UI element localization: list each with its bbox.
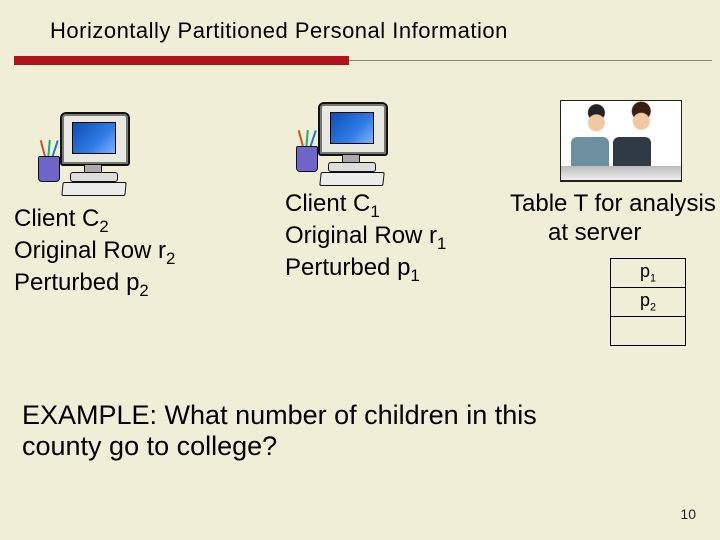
text: EXAMPLE: What number of children in this <box>22 400 692 431</box>
text: Client C <box>14 205 99 232</box>
perturbed-table: p1 p2 <box>610 258 686 346</box>
table-row: p1 <box>611 259 686 288</box>
slide: Horizontally Partitioned Personal Inform… <box>0 0 720 540</box>
subscript: 2 <box>139 281 148 300</box>
text: p <box>640 261 650 281</box>
table-caption: Table T for analysis at server <box>510 190 716 248</box>
subscript: 1 <box>650 273 656 285</box>
example-text: EXAMPLE: What number of children in this… <box>22 400 692 462</box>
text: p <box>640 290 650 310</box>
text: at server <box>510 219 716 248</box>
client-c1-caption: Client C1 Original Row r1 Perturbed p1 <box>285 190 446 286</box>
text: Table T for analysis <box>510 190 716 219</box>
subscript: 2 <box>99 217 108 236</box>
subscript: 1 <box>410 266 419 285</box>
title-underline-bar <box>14 56 349 65</box>
subscript: 1 <box>370 202 379 221</box>
text: Perturbed p <box>285 254 410 281</box>
text: Original Row r <box>285 222 437 249</box>
slide-title: Horizontally Partitioned Personal Inform… <box>50 18 508 44</box>
computer-icon <box>298 98 398 188</box>
subscript: 2 <box>650 302 656 314</box>
subscript: 1 <box>437 234 446 253</box>
page-number: 10 <box>680 506 696 522</box>
text: Perturbed p <box>14 269 139 296</box>
computer-icon <box>40 108 140 198</box>
text: Client C <box>285 190 370 217</box>
text: county go to college? <box>22 431 692 462</box>
client-c2-caption: Client C2 Original Row r2 Perturbed p2 <box>14 205 175 301</box>
subscript: 2 <box>166 249 175 268</box>
text: Original Row r <box>14 237 166 264</box>
title-underline-thin <box>349 60 712 61</box>
desk-icon <box>560 166 682 181</box>
table-row <box>611 317 686 346</box>
table-row: p2 <box>611 288 686 317</box>
